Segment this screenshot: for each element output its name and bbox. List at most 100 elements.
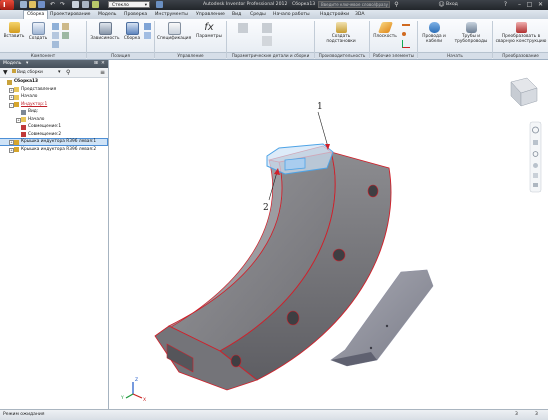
tab-tools[interactable]: Инструменты: [155, 11, 188, 19]
panel-label-begin[interactable]: Начать: [418, 52, 492, 59]
specification-button[interactable]: Спецификация: [157, 22, 191, 41]
menu-icon[interactable]: ≡: [100, 69, 105, 76]
move-icon[interactable]: [144, 23, 151, 30]
assembly-view-icon: [12, 69, 16, 73]
tab-getting-started[interactable]: Начало работы: [273, 11, 310, 19]
tree-node[interactable]: + Крышка индуктора R396 левая:1: [0, 138, 108, 146]
y-axis: [125, 393, 134, 399]
insert-button[interactable]: Вставить: [3, 22, 25, 39]
create-button[interactable]: Создать: [27, 22, 49, 41]
open-file-icon[interactable]: [29, 1, 36, 8]
tree-node[interactable]: + Крышка индуктора R396 левая:2: [0, 147, 107, 153]
tab-addins[interactable]: Надстройки: [320, 11, 349, 19]
search-icon[interactable]: ⚲: [393, 1, 400, 8]
new-file-icon[interactable]: [20, 1, 27, 8]
panel-label-parametric[interactable]: Параметрические детали и сборки: [227, 52, 314, 59]
panel-label-component[interactable]: Компонент: [0, 52, 86, 59]
tab-environments[interactable]: Среды: [250, 11, 266, 19]
redo-icon[interactable]: ↷: [60, 1, 67, 8]
grid-icon[interactable]: [62, 32, 69, 39]
login-link[interactable]: Вход: [446, 2, 458, 7]
design-accelerator-icon: [262, 36, 272, 46]
tree-node[interactable]: Совмещение:2: [0, 132, 107, 138]
tree-node[interactable]: Вид:: [0, 109, 107, 115]
tab-view[interactable]: Вид: [232, 11, 241, 19]
constraint-button[interactable]: Зависимость: [90, 22, 120, 41]
specification-label: Спецификация: [157, 36, 192, 41]
assemble-button[interactable]: Сборка: [121, 22, 143, 41]
tree-node[interactable]: + Начало: [0, 117, 107, 123]
navigation-bar-frame: [529, 121, 542, 193]
select-icon[interactable]: [82, 1, 89, 8]
minimize-icon[interactable]: –: [516, 1, 523, 8]
parameters-button[interactable]: fx Параметры: [192, 22, 226, 39]
browser-title[interactable]: Модель: [3, 60, 21, 68]
orbit-icon[interactable]: [533, 163, 538, 168]
weldment-icon: [515, 22, 527, 33]
tree-node-label: Индуктор:1: [21, 101, 48, 107]
tree-node[interactable]: + Начало: [0, 94, 107, 100]
tab-manage[interactable]: Управление: [196, 11, 225, 19]
tree-node-label: Совмещение:2: [28, 131, 62, 137]
mirror-icon[interactable]: [52, 41, 59, 48]
pan-icon[interactable]: [533, 140, 538, 145]
convert-weldment-button[interactable]: Преобразовать в сварную конструкцию: [494, 22, 548, 44]
appearance-icon[interactable]: [156, 1, 163, 8]
application-menu-button[interactable]: I: [0, 0, 14, 10]
cable-icon: [428, 22, 440, 33]
help-icon[interactable]: ?: [502, 1, 509, 8]
panel-label-manage[interactable]: Управление: [155, 52, 226, 59]
view-select[interactable]: Вид сборки: [12, 68, 43, 77]
pin-icon[interactable]: ⊞: [94, 60, 98, 68]
close-icon[interactable]: ✕: [101, 60, 105, 68]
create-substitutes-button[interactable]: Создать подстановки: [320, 22, 362, 44]
mounting-hole[interactable]: [286, 310, 300, 326]
panel-label-transform[interactable]: Преобразование: [493, 52, 548, 59]
pipes-button[interactable]: Трубы и трубопроводы: [452, 22, 490, 44]
find-icon[interactable]: ⚲: [66, 69, 70, 76]
point-icon[interactable]: [402, 32, 406, 36]
tree-node[interactable]: Сборка13: [0, 79, 107, 85]
mounting-hole[interactable]: [332, 248, 346, 262]
view-cube[interactable]: [510, 77, 538, 107]
model-canvas[interactable]: 1 2 Z Y X: [109, 60, 548, 409]
copy-icon[interactable]: [52, 32, 59, 39]
specification-icon: [167, 22, 181, 35]
mounting-hole[interactable]: [367, 184, 379, 198]
tree-node[interactable]: Совмещение:1: [0, 124, 107, 130]
material-select[interactable]: Стекло ▾: [108, 1, 150, 8]
tree-node-label: Начало: [28, 116, 45, 122]
maximize-icon[interactable]: □: [526, 1, 533, 8]
tree-node[interactable]: - Индуктор:1: [0, 102, 107, 108]
nav-menu-icon[interactable]: [533, 183, 538, 187]
ribbon-panel: Вставить Создать Компонент Зависимость С…: [0, 19, 548, 60]
tree-node[interactable]: + Представления: [0, 87, 107, 93]
filter-icon[interactable]: ▼: [3, 69, 8, 76]
plane-button[interactable]: Плоскость: [371, 22, 399, 39]
save-icon[interactable]: [38, 1, 45, 8]
panel-label-work-features[interactable]: Рабочие элементы: [370, 52, 417, 59]
panel-label-productivity[interactable]: Производительность: [315, 52, 369, 59]
graphics-viewport[interactable]: 1 2 Z Y X: [109, 60, 548, 409]
shrinkwrap-icon[interactable]: [62, 23, 69, 30]
home-icon[interactable]: [72, 1, 79, 8]
mounting-hole[interactable]: [230, 354, 242, 368]
look-at-icon[interactable]: [533, 173, 538, 178]
undo-icon[interactable]: ↶: [50, 1, 57, 8]
cable-button[interactable]: Провода и кабели: [420, 22, 448, 44]
user-icon[interactable]: ☺: [438, 1, 445, 8]
close-icon[interactable]: ✕: [537, 1, 544, 8]
tab-3da[interactable]: 3DA: [355, 11, 365, 19]
search-input[interactable]: Введите ключевое слово/фразу: [318, 1, 390, 8]
panel-label-position[interactable]: Позиция: [87, 52, 154, 59]
ucs-icon[interactable]: [402, 40, 410, 48]
rotate-icon[interactable]: [144, 32, 151, 39]
pattern-icon[interactable]: [52, 23, 59, 30]
tab-design[interactable]: Проектирование: [50, 11, 91, 19]
tab-model[interactable]: Модель: [98, 11, 116, 19]
axis-icon[interactable]: [402, 24, 410, 26]
chevron-down-icon[interactable]: ▾: [26, 60, 28, 68]
chevron-down-icon[interactable]: ▾: [58, 69, 61, 76]
tab-inspect[interactable]: Проверка: [124, 11, 147, 19]
update-icon[interactable]: [92, 1, 99, 8]
